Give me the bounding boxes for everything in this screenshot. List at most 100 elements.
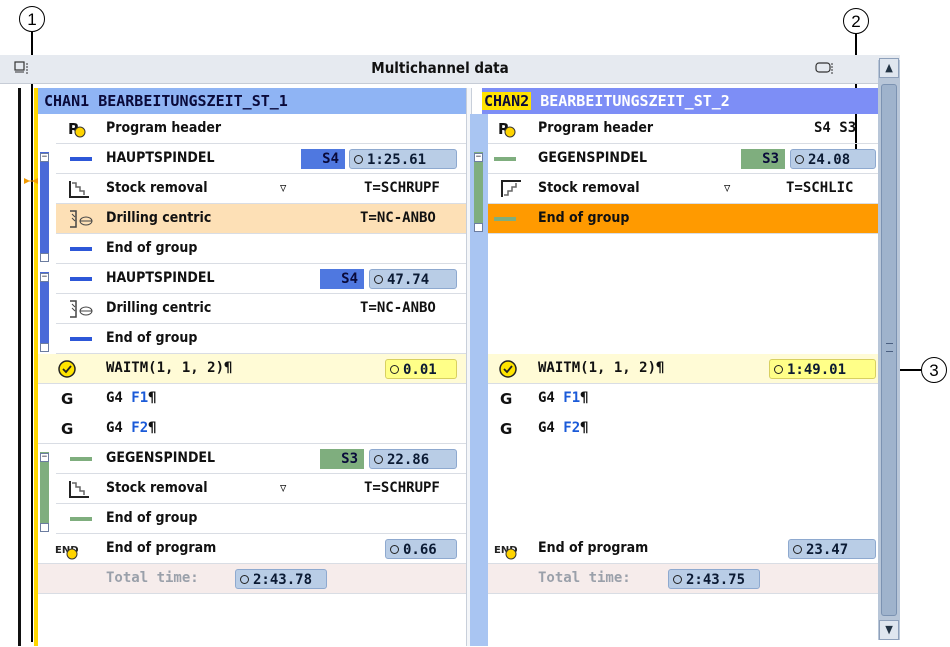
list-item[interactable]: Drilling centric T=NC-ANBO [56,204,466,234]
chan1-rows: R Program header HAUPTSPINDEL S4 1:25.61… [38,114,466,614]
total-time-row: Total time: 2:43.75 [488,564,878,594]
chan2-header[interactable]: CHAN2 BEARBEITUNGSZEIT_ST_2 [482,88,878,114]
row-label: End of group [106,510,198,526]
row-label: Drilling centric [106,300,212,316]
channel-left-bars [18,88,21,646]
window-right-icon[interactable] [815,60,835,76]
collapse-toggle[interactable] [474,223,483,232]
dropdown-arrow-icon[interactable]: ▿ [724,180,730,196]
spindle-dash-icon [494,157,516,161]
scrollbar-thumb[interactable] [881,84,897,616]
collapse-toggle[interactable] [40,253,49,262]
row-label: End of program [106,540,217,556]
tree-group-bar [40,452,49,532]
collapse-toggle[interactable]: − [40,453,49,462]
tree-group-bar [474,152,483,232]
collapse-toggle[interactable] [40,343,49,352]
list-item[interactable]: End of group [56,324,466,354]
time-value: 23.47 [788,539,876,559]
time-value: 0.66 [385,539,457,559]
list-item[interactable]: Drilling centric T=NC-ANBO [56,294,466,324]
row-label: End of group [106,240,198,256]
list-item[interactable]: End of group [56,234,466,264]
program-header-icon: R [68,120,86,142]
list-item[interactable]: End of group [488,204,878,234]
row-label: G4 F2¶ [538,420,589,436]
row-label: End of program [538,540,649,556]
clock-icon [390,545,399,554]
row-label: Program header [538,120,654,136]
list-item[interactable]: GEGENSPINDEL S3 24.08 [488,144,878,174]
row-label: End of group [538,210,630,226]
drilling-icon [68,299,94,323]
collapse-toggle[interactable]: − [40,153,49,162]
row-label: GEGENSPINDEL [106,450,216,466]
row-label: Stock removal [106,480,208,496]
list-item[interactable]: Stock removal ▿ T=SCHLIC [488,174,878,204]
stock-removal-icon [500,180,522,202]
spindle-badge: S3 [741,149,785,169]
chan1-header[interactable]: CHAN1 BEARBEITUNGSZEIT_ST_1 [38,88,466,114]
spindle-dash-icon [70,457,92,461]
list-item[interactable]: GEGENSPINDEL S3 22.86 [56,444,466,474]
list-item[interactable]: HAUPTSPINDEL S4 1:25.61 [56,144,466,174]
list-item[interactable]: END End of program 23.47 [488,534,878,564]
tree-group-bar [40,272,49,352]
list-item[interactable]: HAUPTSPINDEL S4 47.74 [56,264,466,294]
row-label: HAUPTSPINDEL [106,150,215,166]
collapse-toggle[interactable]: − [474,153,483,162]
spindle-dash-icon [70,157,92,161]
chan2-rows: R Program header S4 S3 GEGENSPINDEL S3 2… [488,114,878,614]
clock-icon [498,359,518,383]
chan1-label: CHAN1 [44,92,90,110]
row-label: Program header [106,120,222,136]
dropdown-arrow-icon[interactable]: ▿ [280,480,286,496]
g-code-icon: G [500,390,513,408]
tree-group-bar [40,152,49,262]
row-label: G4 F2¶ [106,420,157,436]
row-label: GEGENSPINDEL [538,150,648,166]
end-program-icon: END [494,540,520,564]
list-item[interactable]: G G4 F2¶ [38,414,466,444]
chan1-program-name: BEARBEITUNGSZEIT_ST_1 [98,92,288,110]
sync-marker [24,172,38,184]
list-item[interactable]: Stock removal ▿ T=SCHRUPF [56,474,466,504]
time-value: 24.08 [790,149,876,169]
drilling-icon [68,209,94,233]
collapse-toggle[interactable]: − [40,273,49,282]
program-header-icon: R [498,120,516,142]
time-value: 22.86 [369,449,457,469]
g-code-icon: G [61,420,74,438]
clock-icon [793,545,802,554]
row-label: WAITM(1, 1, 2)¶ [538,360,665,376]
total-time-label: Total time: [538,570,631,586]
tool-value: T=NC-ANBO [360,210,436,226]
list-item[interactable]: Stock removal ▿ T=SCHRUPF [56,174,466,204]
row-label: Drilling centric [106,210,212,226]
list-item[interactable]: G G4 F2¶ [488,414,878,444]
scroll-down-button[interactable]: ▼ [879,620,899,640]
list-item[interactable]: END End of program 0.66 [38,534,466,564]
row-label: G4 F1¶ [538,390,589,406]
list-item[interactable]: End of group [56,504,466,534]
total-time-value: 2:43.78 [235,569,327,589]
callout-3: 3 [921,357,947,383]
spindle-badge: S3 [320,449,364,469]
list-item[interactable]: WAITM(1, 1, 2)¶ 0.01 [38,354,466,384]
row-label: HAUPTSPINDEL [106,270,215,286]
list-item[interactable]: G G4 F1¶ [38,384,466,414]
time-value: 1:25.61 [349,149,457,169]
list-item[interactable]: R Program header S4 S3 [488,114,878,144]
collapse-toggle[interactable] [40,523,49,532]
scroll-up-button[interactable]: ▲ [879,58,899,78]
list-item[interactable]: G G4 F1¶ [488,384,878,414]
callout-1: 1 [19,6,45,32]
row-label: G4 F1¶ [106,390,157,406]
spindle-dash-icon [70,517,92,521]
time-value: 1:49.01 [769,359,876,379]
tool-value: T=SCHRUPF [364,480,440,496]
dropdown-arrow-icon[interactable]: ▿ [280,180,286,196]
row-label: WAITM(1, 1, 2)¶ [106,360,233,376]
list-item[interactable]: R Program header [56,114,466,144]
list-item[interactable]: WAITM(1, 1, 2)¶ 1:49.01 [488,354,878,384]
